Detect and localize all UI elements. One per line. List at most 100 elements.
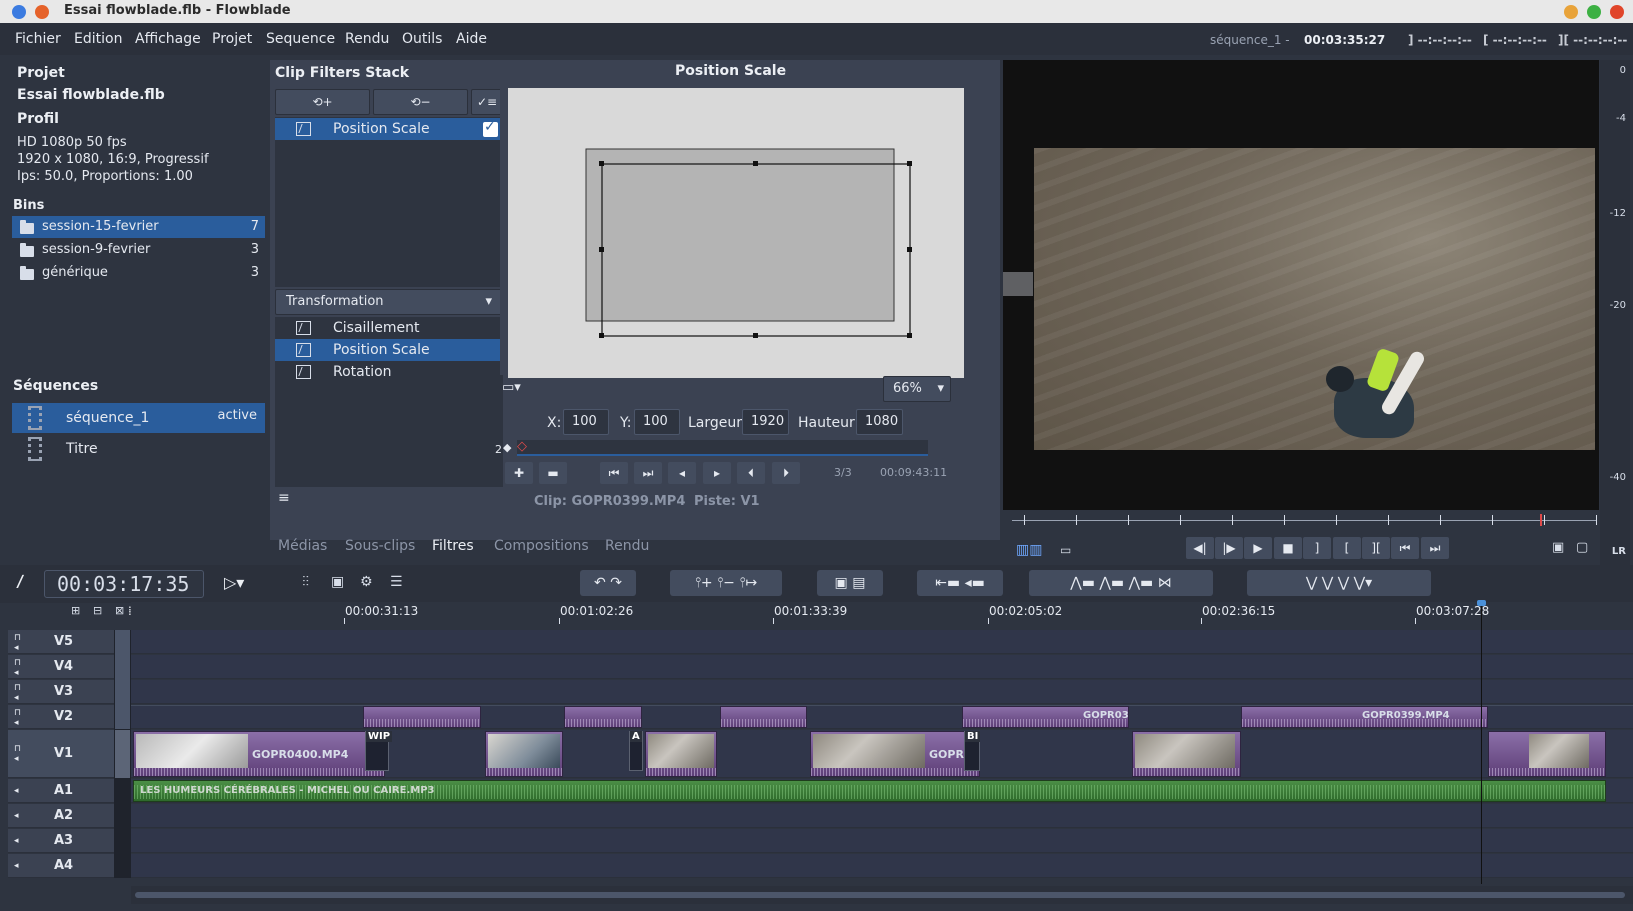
trim-tools-button[interactable]: ▣ ▤	[817, 570, 883, 596]
height-field[interactable]: 1080	[856, 409, 903, 435]
ruler-tool-icon-3[interactable]: ⊠	[115, 604, 124, 617]
bin-item[interactable]: session-9-fevrier 3	[12, 239, 265, 261]
track-header-v4[interactable]: ⊓ ◂ V4	[8, 655, 114, 679]
bin-item[interactable]: générique 3	[12, 262, 265, 284]
track-lane-v4[interactable]	[131, 655, 1633, 679]
close-window-icon[interactable]	[12, 5, 26, 19]
filter-stack-item[interactable]: Position Scale	[275, 118, 503, 140]
width-field[interactable]: 1920	[742, 409, 789, 435]
timeline-timecode[interactable]: 00:03:17:35	[44, 570, 204, 598]
bin-item[interactable]: session-15-fevrier 7	[12, 216, 265, 238]
lift-tools-button[interactable]: ⋁ ⋁ ⋁ ⋁▾	[1247, 570, 1431, 596]
monitor-view-icon[interactable]: ▭	[1060, 543, 1071, 557]
video-monitor[interactable]	[1003, 60, 1599, 510]
mark-out-button[interactable]: ]	[1303, 537, 1331, 559]
tab-rendu[interactable]: Rendu	[605, 538, 649, 554]
tool-mode-icon[interactable]: 𝐼	[16, 572, 21, 593]
geometry-canvas[interactable]	[508, 88, 964, 378]
track-header-v1[interactable]: ⊓◂V1↓	[8, 730, 126, 778]
x-field[interactable]: 100	[563, 409, 609, 435]
monitor-scrubber[interactable]	[1012, 513, 1597, 527]
tab-filtres[interactable]: Filtres	[432, 538, 474, 554]
playhead-handle[interactable]	[1477, 600, 1486, 606]
prev-frame-button[interactable]: ⏴	[737, 462, 765, 484]
ruler-tool-icon-1[interactable]: ⊞	[71, 604, 80, 617]
effects-icon[interactable]: ⚙	[360, 574, 373, 590]
track-header-v2[interactable]: ⊓ ◂ V2	[8, 705, 114, 729]
timeline-playhead[interactable]	[1481, 602, 1482, 884]
track-lane-a3[interactable]	[131, 829, 1633, 853]
filter-group-item[interactable]: Cisaillement	[275, 317, 503, 339]
go-end-button[interactable]: ⏭	[1421, 537, 1449, 559]
filter-group-item[interactable]: Position Scale	[275, 339, 503, 361]
track-header-v3[interactable]: ⊓ ◂ V3	[8, 680, 114, 704]
rewind-button[interactable]: ◀|	[1186, 537, 1214, 559]
menu-fichier[interactable]: Fichier	[15, 31, 61, 47]
track-header-a3[interactable]: ◂ A3	[8, 829, 114, 853]
last-keyframe-button[interactable]: ⏭	[634, 462, 662, 484]
overwrite-tools-button[interactable]: ⋀▬ ⋀▬ ⋀▬ ⋈	[1029, 570, 1213, 596]
menu-outils[interactable]: Outils	[402, 31, 442, 47]
track-header-v5[interactable]: ⊓ ◂ V5	[8, 630, 114, 654]
clip-v1[interactable]	[1488, 731, 1606, 777]
stop-button[interactable]: ■	[1274, 537, 1302, 559]
window-maximize-icon[interactable]	[1587, 5, 1601, 19]
clip-v1[interactable]: GOPR0400.MP4	[133, 731, 385, 777]
timeline-scrollbar[interactable]	[135, 892, 1625, 898]
add-keyframe-button[interactable]: ✚	[505, 462, 533, 484]
tab-compositions[interactable]: Compositions	[494, 538, 589, 554]
tab-medias[interactable]: Médias	[278, 538, 327, 554]
minimize-window-icon[interactable]	[35, 5, 49, 19]
clip-v2[interactable]	[720, 706, 807, 728]
clip-v2[interactable]: GOPR03	[962, 706, 1129, 728]
sequence-item[interactable]: séquence_1 active	[12, 403, 265, 433]
filter-enabled-checkbox[interactable]	[483, 119, 498, 137]
keyframe-marker-icon[interactable]: ◇	[517, 439, 527, 454]
next-frame-button[interactable]: ⏵	[772, 462, 800, 484]
view-mode-icon[interactable]: ▭▾	[502, 380, 521, 395]
lock-icon[interactable]: ⊓ ◂	[14, 683, 21, 703]
clip-v1[interactable]: GOPR0	[810, 731, 980, 777]
transition-marker[interactable]: WIP	[365, 731, 393, 771]
next-keyframe-button[interactable]: ▸	[703, 462, 731, 484]
speaker-icon[interactable]: ◂	[14, 861, 19, 871]
menu-projet[interactable]: Projet	[212, 31, 252, 47]
undo-redo-button[interactable]: ↶ ↷	[580, 570, 636, 596]
delete-keyframe-button[interactable]: ▬	[539, 462, 567, 484]
y-field[interactable]: 100	[634, 409, 680, 435]
track-lane-v5[interactable]	[131, 630, 1633, 654]
clip-v2[interactable]	[363, 706, 481, 728]
speaker-icon[interactable]: ◂	[14, 836, 19, 846]
titler-icon[interactable]: ▣	[331, 574, 344, 590]
remove-filter-button[interactable]: ⟲−	[373, 89, 468, 115]
tab-sous-clips[interactable]: Sous-clips	[345, 538, 415, 554]
timeline-view-icon[interactable]: ▥▥	[1016, 542, 1042, 558]
window-minimize-icon[interactable]	[1564, 5, 1578, 19]
menu-rendu[interactable]: Rendu	[345, 31, 389, 47]
lock-icon[interactable]: ⊓ ◂	[14, 708, 21, 728]
sequence-item[interactable]: Titre	[12, 434, 265, 464]
hamburger-menu-icon[interactable]: ≡	[278, 490, 290, 506]
speaker-icon[interactable]: ◂	[14, 786, 19, 796]
clip-v1[interactable]	[485, 731, 563, 777]
filter-group-item[interactable]: Rotation	[275, 361, 503, 383]
play-button[interactable]: ▶	[1244, 537, 1272, 559]
clear-marks-button[interactable]: ][	[1362, 537, 1390, 559]
transition-marker[interactable]: A	[629, 731, 643, 771]
timeline-ruler[interactable]: 00:00:31:13 00:01:02:26 00:01:33:39 00:0…	[128, 602, 1633, 624]
clip-a1[interactable]: LES HUMEURS CÉRÉBRALES - MICHEL OU CAIRE…	[133, 780, 1606, 802]
transition-marker[interactable]: BI	[964, 731, 981, 771]
insert-tools-button[interactable]: ⫯+ ⫯− ⫯↦	[670, 570, 782, 596]
speaker-icon[interactable]: ◂	[14, 811, 19, 821]
clip-v1[interactable]	[1132, 731, 1241, 777]
track-header-a2[interactable]: ◂ A2	[8, 804, 114, 828]
lock-icon[interactable]: ⊓ ◂	[14, 658, 21, 678]
menu-sequence[interactable]: Sequence	[266, 31, 335, 47]
toggle-filters-button[interactable]: ✓≡	[471, 89, 503, 115]
menu-aide[interactable]: Aide	[456, 31, 487, 47]
go-start-button[interactable]: ⏮	[1391, 537, 1419, 559]
clip-v1[interactable]	[645, 731, 717, 777]
menu-affichage[interactable]: Affichage	[135, 31, 201, 47]
mark-in-button[interactable]: [	[1333, 537, 1361, 559]
list-icon[interactable]: ☰	[390, 574, 403, 590]
